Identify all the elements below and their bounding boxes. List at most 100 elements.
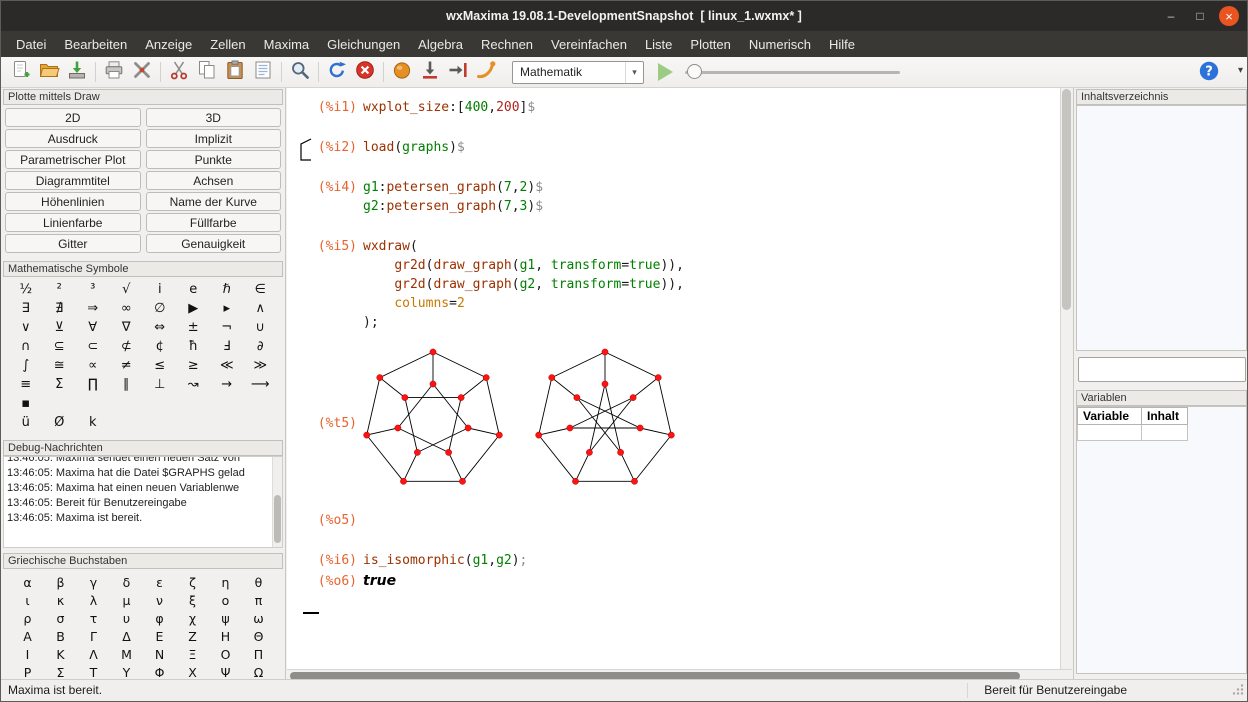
- draw-button-ausdruck[interactable]: Ausdruck: [5, 129, 141, 148]
- symbol-button[interactable]: ⊥: [143, 375, 177, 394]
- title-bar[interactable]: wxMaxima 19.08.1-DevelopmentSnapshot [ l…: [1, 1, 1247, 31]
- symbol-button[interactable]: ℏ: [210, 280, 244, 299]
- symbol-button[interactable]: ħ: [177, 337, 211, 356]
- greek-letter-button[interactable]: Δ: [110, 627, 143, 645]
- symbol-button[interactable]: Ⅎ: [210, 337, 244, 356]
- draw-button-2d[interactable]: 2D: [5, 108, 141, 127]
- find-button[interactable]: [286, 59, 314, 86]
- symbol-button[interactable]: ∀: [76, 318, 110, 337]
- close-button[interactable]: ×: [1219, 6, 1239, 26]
- debug-log[interactable]: 13:46:05: Maxima sendet einen neuen Satz…: [3, 456, 283, 548]
- print-button[interactable]: [100, 59, 128, 86]
- greek-letter-button[interactable]: Η: [209, 627, 242, 645]
- menu-item-hilfe[interactable]: Hilfe: [820, 33, 864, 56]
- code-line[interactable]: gr2d(draw_graph(g2, transform=true)),: [363, 275, 684, 294]
- greek-letter-button[interactable]: λ: [77, 591, 110, 609]
- menu-item-vereinfachen[interactable]: Vereinfachen: [542, 33, 636, 56]
- menu-item-numerisch[interactable]: Numerisch: [740, 33, 820, 56]
- maximize-button[interactable]: □: [1190, 6, 1210, 26]
- menu-item-bearbeiten[interactable]: Bearbeiten: [55, 33, 136, 56]
- menu-item-rechnen[interactable]: Rechnen: [472, 33, 542, 56]
- cut-button[interactable]: [165, 59, 193, 86]
- code-line[interactable]: g2:petersen_graph(7,3)$: [363, 197, 543, 216]
- variables-empty-row[interactable]: [1078, 425, 1188, 441]
- symbol-button[interactable]: ▶: [177, 299, 211, 318]
- draw-button-diagrammtitel[interactable]: Diagrammtitel: [5, 171, 141, 190]
- vertical-scrollbar-thumb[interactable]: [1062, 89, 1071, 310]
- draw-button-parametrischer-plot[interactable]: Parametrischer Plot: [5, 150, 141, 169]
- menu-item-liste[interactable]: Liste: [636, 33, 681, 56]
- greek-letter-button[interactable]: ρ: [11, 609, 44, 627]
- cell-bracket[interactable]: [299, 138, 312, 165]
- greek-letter-button[interactable]: Γ: [77, 627, 110, 645]
- symbol-button[interactable]: k: [76, 413, 110, 432]
- menu-item-gleichungen[interactable]: Gleichungen: [318, 33, 409, 56]
- help-button[interactable]: ?: [1197, 61, 1221, 85]
- symbol-button[interactable]: ∇: [110, 318, 144, 337]
- greek-letter-button[interactable]: Θ: [242, 627, 275, 645]
- greek-letter-button[interactable]: Ε: [143, 627, 176, 645]
- greek-letter-button[interactable]: κ: [44, 591, 77, 609]
- symbol-button[interactable]: ∏: [76, 375, 110, 394]
- symbol-button[interactable]: Σ: [43, 375, 77, 394]
- draw-button-punkte[interactable]: Punkte: [146, 150, 282, 169]
- greek-letter-button[interactable]: ο: [209, 591, 242, 609]
- symbol-button[interactable]: ≅: [43, 356, 77, 375]
- menu-item-zellen[interactable]: Zellen: [201, 33, 254, 56]
- greek-letter-button[interactable]: ε: [143, 573, 176, 591]
- greek-letter-button[interactable]: θ: [242, 573, 275, 591]
- greek-letter-button[interactable]: ι: [11, 591, 44, 609]
- greek-letter-button[interactable]: Ο: [209, 645, 242, 663]
- greek-letter-button[interactable]: Β: [44, 627, 77, 645]
- symbol-button[interactable]: ≪: [210, 356, 244, 375]
- greek-letter-button[interactable]: ξ: [176, 591, 209, 609]
- greek-letter-button[interactable]: π: [242, 591, 275, 609]
- settings-button[interactable]: [128, 59, 156, 86]
- evaluate-all-button[interactable]: [416, 59, 444, 86]
- evaluate-to-point-button[interactable]: [444, 59, 472, 86]
- interrupt-button[interactable]: [351, 59, 379, 86]
- resize-grip-icon[interactable]: [1232, 683, 1244, 698]
- symbol-button[interactable]: ∞: [110, 299, 144, 318]
- greek-letter-button[interactable]: Ι: [11, 645, 44, 663]
- symbol-button[interactable]: ∈: [244, 280, 278, 299]
- cell-type-select[interactable]: Mathematik ▾: [512, 61, 644, 84]
- greek-letter-button[interactable]: Κ: [44, 645, 77, 663]
- symbol-button[interactable]: ³: [76, 280, 110, 299]
- paste-button[interactable]: [221, 59, 249, 86]
- symbol-button[interactable]: ∩: [9, 337, 43, 356]
- symbol-button[interactable]: ∧: [244, 299, 278, 318]
- symbol-button[interactable]: Ø: [43, 413, 77, 432]
- greek-letter-button[interactable]: σ: [44, 609, 77, 627]
- greek-letter-button[interactable]: γ: [77, 573, 110, 591]
- variables-empty-cell[interactable]: [1142, 425, 1188, 441]
- symbol-button[interactable]: ∫: [9, 356, 43, 375]
- evaluate-cell-button[interactable]: [388, 59, 416, 86]
- select-all-button[interactable]: [249, 59, 277, 86]
- new-document-button[interactable]: [7, 59, 35, 86]
- menu-item-maxima[interactable]: Maxima: [255, 33, 319, 56]
- symbol-button[interactable]: ∄: [43, 299, 77, 318]
- symbol-button[interactable]: ∝: [76, 356, 110, 375]
- greek-letter-button[interactable]: δ: [110, 573, 143, 591]
- symbol-button[interactable]: ≫: [244, 356, 278, 375]
- toc-search-input[interactable]: [1078, 357, 1246, 382]
- symbol-button[interactable]: ⊆: [43, 337, 77, 356]
- greek-letter-button[interactable]: Π: [242, 645, 275, 663]
- copy-button[interactable]: [193, 59, 221, 86]
- symbol-button[interactable]: ⊄: [110, 337, 144, 356]
- draw-button-höhenlinien[interactable]: Höhenlinien: [5, 192, 141, 211]
- save-button[interactable]: [63, 59, 91, 86]
- greek-letter-button[interactable]: Μ: [110, 645, 143, 663]
- symbol-button[interactable]: ¢: [143, 337, 177, 356]
- symbol-button[interactable]: ⇔: [143, 318, 177, 337]
- code-line[interactable]: is_isomorphic(g1,g2);: [363, 551, 527, 570]
- menu-item-algebra[interactable]: Algebra: [409, 33, 472, 56]
- menu-item-datei[interactable]: Datei: [7, 33, 55, 56]
- play-button[interactable]: [658, 63, 673, 81]
- symbol-button[interactable]: ∃: [9, 299, 43, 318]
- draw-button-füllfarbe[interactable]: Füllfarbe: [146, 213, 282, 232]
- horizontal-cursor[interactable]: [303, 612, 319, 614]
- greek-letter-button[interactable]: υ: [110, 609, 143, 627]
- draw-button-gitter[interactable]: Gitter: [5, 234, 141, 253]
